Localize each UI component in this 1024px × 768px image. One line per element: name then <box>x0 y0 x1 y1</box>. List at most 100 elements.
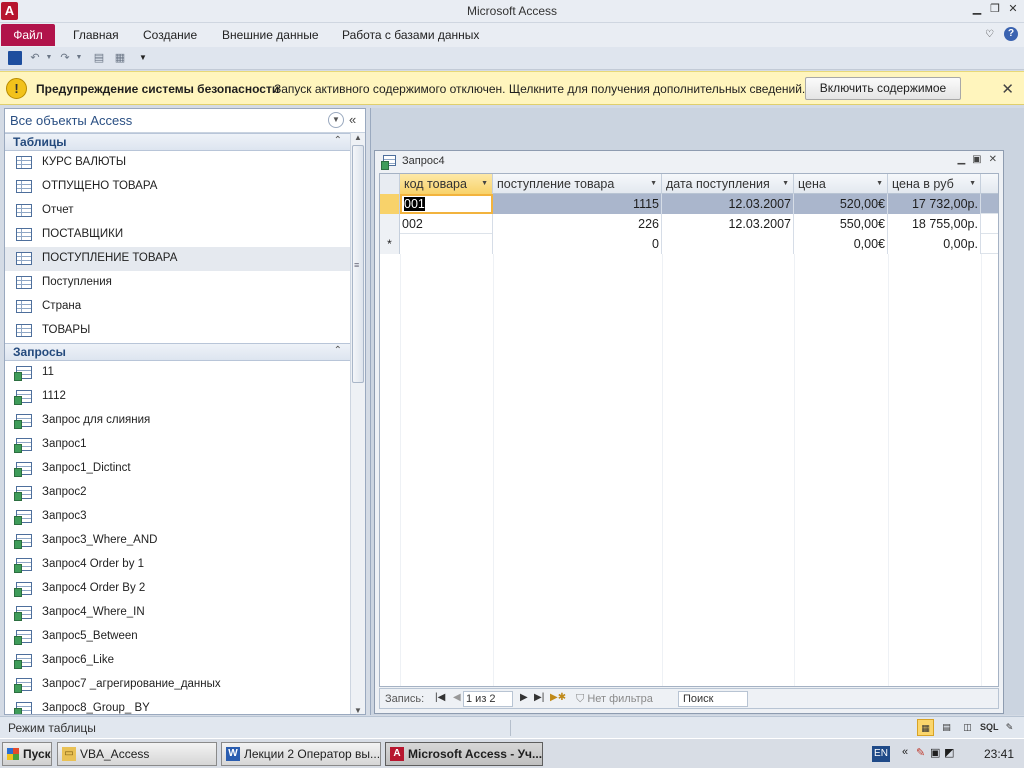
table-cell[interactable] <box>662 234 794 254</box>
nav-item-table[interactable]: ТОВАРЫ <box>5 319 350 343</box>
query-window-titlebar[interactable]: Запрос4 ▁ ▣ ✕ <box>375 151 1003 171</box>
ribbon-minimize-icon[interactable]: ♡ <box>985 29 994 40</box>
network-icon[interactable]: ▣ <box>930 746 940 759</box>
select-all-cell[interactable] <box>380 174 400 194</box>
last-record-icon[interactable]: ▶| <box>534 692 544 703</box>
tab-database-tools[interactable]: Работа с базами данных <box>342 28 479 42</box>
volume-icon[interactable]: ◩ <box>944 746 954 759</box>
print-preview-icon[interactable]: ▦ <box>113 51 127 65</box>
nav-item-table[interactable]: КУРС ВАЛЮТЫ <box>5 151 350 175</box>
column-filter-dropdown-icon[interactable]: ▼ <box>876 174 883 194</box>
column-header[interactable]: дата поступления ▼ <box>662 174 794 194</box>
column-header[interactable]: поступление товара ▼ <box>493 174 662 194</box>
table-cell[interactable]: 002 <box>400 214 493 234</box>
nav-item-table[interactable]: Поступления <box>5 271 350 295</box>
form-icon[interactable]: ▤ <box>92 51 106 65</box>
tab-file[interactable]: Файл <box>1 24 55 46</box>
table-row[interactable]: 001 1115 12.03.2007 520,00€ 17 732,00р. <box>380 194 998 214</box>
nav-item-table[interactable]: ОТПУЩЕНО ТОВАРА <box>5 175 350 199</box>
column-filter-dropdown-icon[interactable]: ▼ <box>481 174 488 194</box>
new-record-icon[interactable]: ▶✱ <box>550 692 566 703</box>
nav-item-query[interactable]: Запрос7 _агрегирование_данных <box>5 673 350 697</box>
first-record-icon[interactable]: |◀ <box>435 692 445 703</box>
record-selector[interactable]: * <box>380 234 400 254</box>
enable-content-button[interactable]: Включить содержимое <box>805 77 961 100</box>
start-button[interactable]: Пуск <box>2 742 52 766</box>
table-cell[interactable]: 0 <box>493 234 662 254</box>
minimize-button[interactable]: ▁ <box>970 2 984 16</box>
datasheet-view-icon[interactable]: ▦ <box>917 719 934 736</box>
nav-item-query[interactable]: Запрос6_Like <box>5 649 350 673</box>
nav-group-table[interactable]: Таблицы ⌃ <box>5 133 350 151</box>
pivot-chart-view-icon[interactable]: ◫ <box>959 719 976 736</box>
record-selector[interactable] <box>380 194 400 214</box>
nav-item-query[interactable]: Запрос5_Between <box>5 625 350 649</box>
nav-item-query[interactable]: 1112 <box>5 385 350 409</box>
column-filter-dropdown-icon[interactable]: ▼ <box>650 174 657 194</box>
search-input[interactable]: Поиск <box>678 691 748 707</box>
tray-expand-icon[interactable]: « <box>902 746 908 758</box>
help-icon[interactable]: ? <box>1004 27 1018 41</box>
scroll-down-icon[interactable]: ▼ <box>354 706 362 714</box>
tab-external-data[interactable]: Внешние данные <box>222 28 319 42</box>
nav-item-query[interactable]: Запрос3_Where_AND <box>5 529 350 553</box>
chevron-up-icon[interactable]: ⌃ <box>334 135 342 146</box>
nav-item-query[interactable]: Запрос1 <box>5 433 350 457</box>
table-cell[interactable]: 550,00€ <box>794 214 888 234</box>
tab-home[interactable]: Главная <box>73 28 119 42</box>
table-cell[interactable] <box>400 234 493 254</box>
table-cell[interactable]: 226 <box>493 214 662 234</box>
column-filter-dropdown-icon[interactable]: ▼ <box>969 174 976 194</box>
taskbar-button-word[interactable]: W Лекции 2 Оператор вы... <box>221 742 381 766</box>
table-cell[interactable]: 520,00€ <box>794 194 888 214</box>
nav-item-query[interactable]: Запрос2 <box>5 481 350 505</box>
nav-group-query[interactable]: Запросы ⌃ <box>5 343 350 361</box>
table-cell[interactable]: 12.03.2007 <box>662 194 794 214</box>
undo-dropdown-icon[interactable]: ▼ <box>42 51 56 65</box>
table-cell[interactable]: 1115 <box>493 194 662 214</box>
undo-icon[interactable]: ↶ <box>28 51 42 65</box>
clock[interactable]: 23:41 <box>984 747 1014 761</box>
nav-pane-title[interactable]: Все объекты Access <box>10 113 132 128</box>
table-cell[interactable]: 0,00р. <box>888 234 981 254</box>
table-cell[interactable]: 17 732,00р. <box>888 194 981 214</box>
table-row[interactable]: 002 226 12.03.2007 550,00€ 18 755,00р. <box>380 214 998 234</box>
nav-item-table[interactable]: ПОСТУПЛЕНИЕ ТОВАРА <box>5 247 350 271</box>
new-record-row[interactable]: * 0 0,00€ 0,00р. <box>380 234 998 254</box>
nav-item-table[interactable]: ПОСТАВЩИКИ <box>5 223 350 247</box>
nav-item-query[interactable]: Запрос для слияния <box>5 409 350 433</box>
nav-item-query[interactable]: Запрос3 <box>5 505 350 529</box>
previous-record-icon[interactable]: ◀ <box>453 692 461 703</box>
nav-item-table[interactable]: Отчет <box>5 199 350 223</box>
design-view-icon[interactable]: ✎ <box>1001 719 1018 736</box>
record-selector[interactable] <box>380 214 400 234</box>
customize-toolbar-icon[interactable]: ▼ <box>136 51 150 65</box>
column-header[interactable]: цена ▼ <box>794 174 888 194</box>
minimize-icon[interactable]: ▁ <box>957 154 965 165</box>
close-icon[interactable]: ✕ <box>989 154 997 165</box>
save-icon[interactable] <box>8 51 22 65</box>
redo-dropdown-icon[interactable]: ▼ <box>72 51 86 65</box>
pivot-table-view-icon[interactable]: ▤ <box>938 719 955 736</box>
nav-item-query[interactable]: Запрос4 Order By 2 <box>5 577 350 601</box>
nav-scrollbar[interactable]: ▲ ≡ ▼ <box>350 133 365 714</box>
language-indicator[interactable]: EN <box>872 746 890 762</box>
nav-item-query[interactable]: 11 <box>5 361 350 385</box>
tab-create[interactable]: Создание <box>143 28 197 42</box>
taskbar-button-vba-access[interactable]: ▭ VBA_Access <box>57 742 217 766</box>
tray-app-icon[interactable]: ✎ <box>916 746 925 759</box>
table-cell[interactable]: 001 <box>400 194 493 214</box>
nav-item-query[interactable]: Запрос4 Order by 1 <box>5 553 350 577</box>
no-filter-indicator[interactable]: ⛉ Нет фильтра <box>576 693 653 706</box>
table-cell[interactable]: 0,00€ <box>794 234 888 254</box>
scroll-up-icon[interactable]: ▲ <box>354 133 362 142</box>
redo-icon[interactable]: ↷ <box>58 51 72 65</box>
nav-item-table[interactable]: Страна <box>5 295 350 319</box>
nav-item-query[interactable]: Запрос8_Group_ BY <box>5 697 350 714</box>
current-record-field[interactable]: 1 из 2 <box>463 691 513 707</box>
nav-pane-header[interactable]: Все объекты Access ▼ « <box>5 109 365 133</box>
column-header[interactable]: код товара ▼ <box>400 174 493 194</box>
shutter-bar-icon[interactable]: « <box>349 112 356 127</box>
security-warning-message[interactable]: Запуск активного содержимого отключен. Щ… <box>274 82 805 96</box>
nav-item-query[interactable]: Запрос4_Where_IN <box>5 601 350 625</box>
